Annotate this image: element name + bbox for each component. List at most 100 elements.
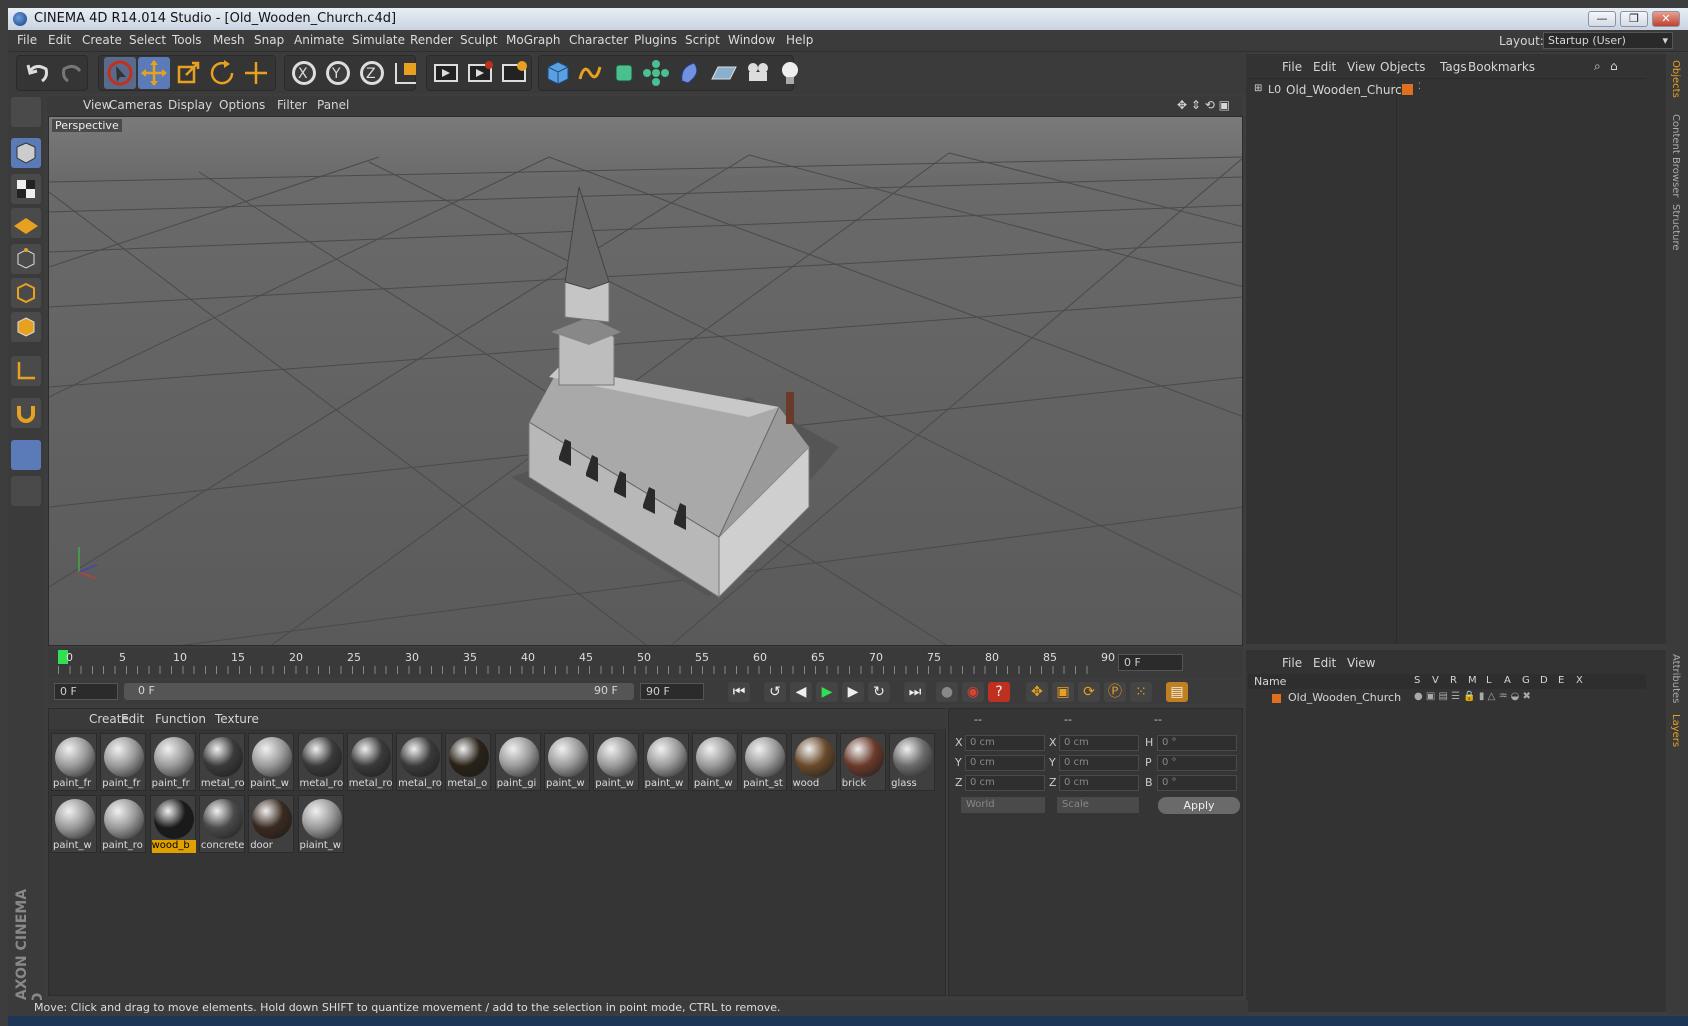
viewport-menu-options[interactable]: Options — [219, 98, 265, 112]
timeline-ruler[interactable]: 0 5 10 15 20 25 30 35 40 45 50 55 60 65 … — [48, 648, 1243, 678]
menu-mograph[interactable]: MoGraph — [506, 33, 561, 47]
live-select-icon[interactable] — [240, 57, 272, 89]
viewport-menu-view[interactable]: View — [83, 98, 111, 112]
objects-menu-view[interactable]: View — [1347, 60, 1375, 74]
rotation-p-field[interactable]: 0 ° — [1157, 755, 1237, 771]
menu-edit[interactable]: Edit — [48, 33, 71, 47]
end-frame-field[interactable]: 90 F — [640, 683, 704, 700]
model-mode-icon[interactable] — [11, 138, 41, 168]
y-axis-lock-icon[interactable]: Y — [322, 57, 354, 89]
material-swatch[interactable]: paint_w — [51, 795, 97, 853]
camera-icon[interactable] — [742, 57, 774, 89]
layout-select[interactable]: Startup (User) ▾ — [1543, 32, 1673, 49]
position-x-field[interactable]: 0 cm — [965, 735, 1045, 751]
material-menu-edit[interactable]: Edit — [121, 712, 144, 726]
go-to-start-icon[interactable]: ⏮ — [728, 682, 750, 702]
key-position-icon[interactable]: ✥ — [1026, 682, 1048, 702]
step-forward-icon[interactable]: ▶ — [842, 682, 864, 702]
start-frame-field[interactable]: 0 F — [54, 683, 118, 700]
viewport-menu-display[interactable]: Display — [168, 98, 212, 112]
floor-icon[interactable] — [708, 57, 740, 89]
menu-sculpt[interactable]: Sculpt — [460, 33, 497, 47]
autokey-icon[interactable]: ◉ — [962, 682, 984, 702]
material-swatch[interactable]: brick — [839, 733, 886, 791]
size-z-field[interactable]: 0 cm — [1059, 775, 1139, 791]
menu-render[interactable]: Render — [410, 33, 453, 47]
material-swatch[interactable]: wood — [790, 733, 837, 791]
x-axis-lock-icon[interactable]: X — [288, 57, 320, 89]
3d-viewport[interactable]: Perspective — [48, 116, 1243, 646]
position-z-field[interactable]: 0 cm — [965, 775, 1045, 791]
layer-toggle-icons[interactable]: ● ▣ ▤ ☰ 🔒 ▮ △ ♒ ◒ ✖ — [1414, 691, 1531, 702]
material-swatch[interactable]: paint_w — [248, 733, 295, 791]
objects-menu-file[interactable]: File — [1282, 60, 1302, 74]
search-icon[interactable]: ⌕ — [1594, 59, 1601, 74]
keyframe-selection-icon[interactable]: ? — [988, 682, 1010, 702]
material-swatch[interactable]: door — [248, 795, 295, 853]
rotation-h-field[interactable]: 0 ° — [1157, 735, 1237, 751]
viewport-menu-cameras[interactable]: Cameras — [109, 98, 162, 112]
menu-character[interactable]: Character — [569, 33, 628, 47]
material-swatch[interactable]: paint_st — [741, 733, 788, 791]
objects-menu-objects[interactable]: Objects — [1380, 60, 1425, 74]
material-swatch[interactable]: metal_ro — [346, 733, 393, 791]
layers-menu-view[interactable]: View — [1347, 656, 1375, 670]
material-swatch[interactable]: paint_gi — [494, 733, 541, 791]
viewport-nav-icons[interactable]: ✥ ⇕ ⟲ ▣ — [1177, 98, 1230, 112]
subdivision-surface-icon[interactable] — [608, 57, 640, 89]
array-icon[interactable] — [640, 57, 672, 89]
material-menu-texture[interactable]: Texture — [215, 712, 259, 726]
menu-help[interactable]: Help — [786, 33, 813, 47]
rotate-tool-icon[interactable] — [206, 57, 238, 89]
viewport-menu-panel[interactable]: Panel — [317, 98, 349, 112]
play-icon[interactable]: ▶ — [816, 682, 838, 702]
material-swatch[interactable]: metal_o — [445, 733, 492, 791]
select-tool-icon[interactable] — [104, 57, 136, 89]
material-swatch[interactable]: piaint_w — [297, 795, 344, 853]
snap-enable-icon[interactable] — [11, 440, 41, 470]
menu-file[interactable]: File — [17, 33, 37, 47]
axis-mode-icon[interactable] — [11, 356, 41, 386]
deformer-icon[interactable] — [674, 57, 706, 89]
layer-row[interactable]: Old_Wooden_Church ● ▣ ▤ ☰ 🔒 ▮ △ ♒ ◒ ✖ — [1248, 691, 1646, 706]
key-scale-icon[interactable]: ▣ — [1052, 682, 1074, 702]
key-parameter-icon[interactable]: Ⓟ — [1104, 682, 1126, 702]
step-back-icon[interactable]: ◀ — [790, 682, 812, 702]
visibility-dots-icon[interactable]: ⁚ — [1418, 82, 1421, 92]
menu-tools[interactable]: Tools — [172, 33, 202, 47]
tab-content-browser[interactable]: Content Browser — [1670, 114, 1681, 197]
objects-menu-bookmarks[interactable]: Bookmarks — [1468, 60, 1535, 74]
close-button[interactable]: ✕ — [1652, 11, 1680, 27]
material-swatch[interactable]: paint_fr — [149, 733, 196, 791]
menu-simulate[interactable]: Simulate — [352, 33, 405, 47]
magnet-icon[interactable] — [11, 398, 41, 428]
layer-color-swatch[interactable] — [1272, 694, 1281, 703]
move-tool-icon[interactable] — [138, 57, 170, 89]
tab-attributes[interactable]: Attributes — [1670, 654, 1681, 703]
coordinate-system-icon[interactable] — [390, 57, 422, 89]
tab-objects[interactable]: Objects — [1670, 60, 1681, 98]
material-swatch[interactable]: paint_w — [691, 733, 738, 791]
current-frame-field[interactable]: 0 F — [1118, 654, 1183, 671]
material-swatch[interactable]: paint_w — [593, 733, 640, 791]
render-view-icon[interactable] — [430, 57, 462, 89]
previous-key-icon[interactable]: ↺ — [764, 682, 786, 702]
position-y-field[interactable]: 0 cm — [965, 755, 1045, 771]
size-mode-select[interactable]: Scale — [1057, 797, 1139, 813]
material-swatch[interactable]: metal_ro — [396, 733, 443, 791]
edges-mode-icon[interactable] — [11, 278, 41, 308]
go-to-end-icon[interactable]: ⏭ — [904, 682, 926, 702]
tab-structure[interactable]: Structure — [1670, 204, 1681, 251]
material-swatch[interactable]: metal_ro — [297, 733, 344, 791]
size-x-field[interactable]: 0 cm — [1059, 735, 1139, 751]
record-position-icon[interactable]: ● — [936, 682, 958, 702]
apply-button[interactable]: Apply — [1158, 797, 1240, 814]
menu-window[interactable]: Window — [728, 33, 775, 47]
redo-icon[interactable] — [56, 57, 88, 89]
material-swatch[interactable]: paint_w — [544, 733, 590, 791]
use-model-mode-icon[interactable] — [11, 97, 41, 127]
material-swatch[interactable]: concrete — [198, 795, 245, 853]
workplane-mode-icon[interactable] — [11, 208, 41, 238]
layers-menu-file[interactable]: File — [1282, 656, 1302, 670]
key-rotation-icon[interactable]: ⟳ — [1078, 682, 1100, 702]
